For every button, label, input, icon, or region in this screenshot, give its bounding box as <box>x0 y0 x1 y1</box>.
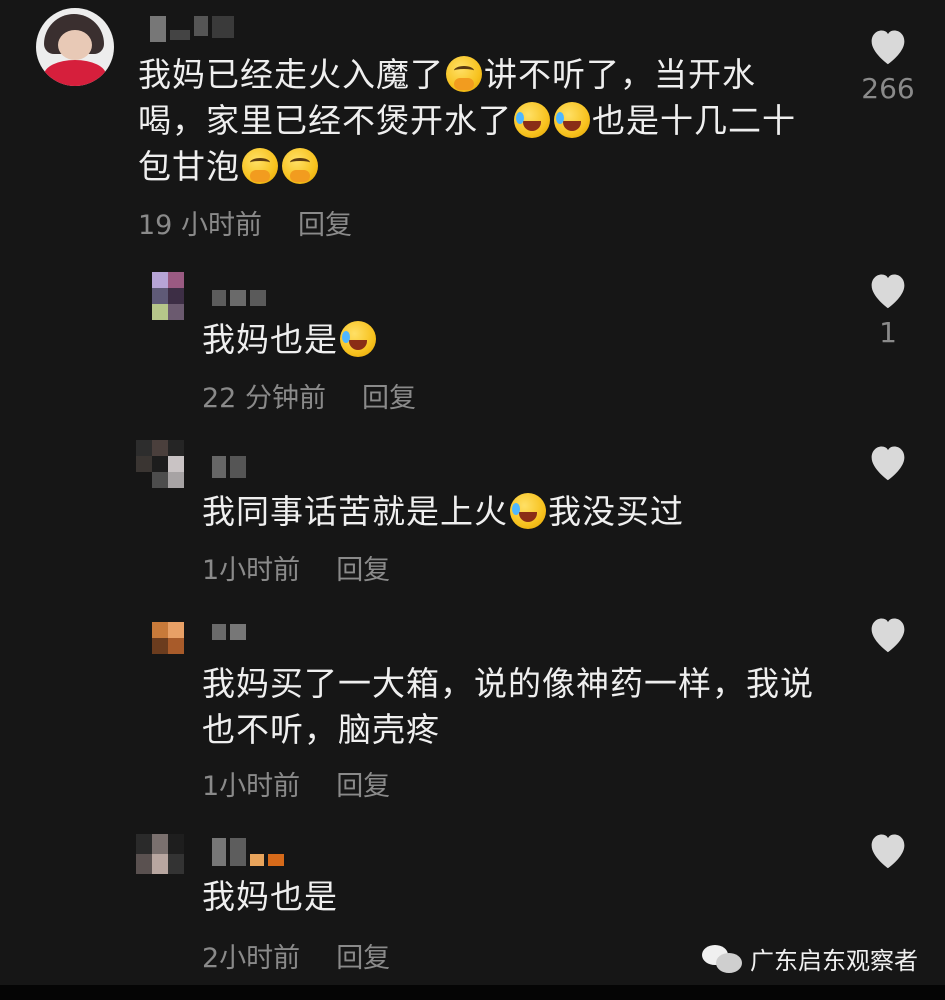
bottom-bar <box>0 985 945 1000</box>
pleading-emoji-icon <box>242 148 278 184</box>
timestamp: 19 小时前 <box>138 210 262 241</box>
comment-text: 我妈也是 <box>202 877 338 916</box>
comment-text: 我同事话苦就是上火 我没买过 <box>202 492 684 531</box>
comment-item: 我同事话苦就是上火 我没买过 1小时前 回复 <box>0 432 945 602</box>
heart-icon <box>871 446 905 481</box>
avatar[interactable] <box>152 272 184 320</box>
like-button[interactable] <box>858 442 918 482</box>
heart-icon <box>871 618 905 653</box>
reply-button[interactable]: 回复 <box>298 210 352 241</box>
comment-item: 我妈也是 22 分钟前 回复 1 <box>0 260 945 420</box>
comment-meta: 2小时前 回复 <box>202 936 390 975</box>
like-count: 266 <box>861 72 915 105</box>
timestamp: 22 分钟前 <box>202 383 326 414</box>
reply-button[interactable]: 回复 <box>336 555 390 586</box>
reply-button[interactable]: 回复 <box>336 771 390 802</box>
avatar[interactable] <box>136 834 184 874</box>
username-obscured[interactable] <box>212 838 288 866</box>
rofl-emoji-icon <box>340 321 376 357</box>
timestamp: 2小时前 <box>202 943 301 974</box>
avatar[interactable] <box>36 8 114 86</box>
comment-item: 我妈已经走火入魔了 讲不听了，当开水 喝，家里已经不煲开水了 也是十几二十 包甘泡 … <box>0 0 945 250</box>
like-button[interactable] <box>858 614 918 654</box>
comment-item: 我妈买了一大箱，说的像神药一样，我说 也不听，脑壳疼 1小时前 回复 <box>0 604 945 824</box>
watermark: 广东启东观察者 <box>700 938 918 978</box>
reply-button[interactable]: 回复 <box>362 383 416 414</box>
comment-meta: 19 小时前 回复 <box>138 203 352 242</box>
comment-text: 我妈买了一大箱，说的像神药一样，我说 也不听，脑壳疼 <box>202 664 814 749</box>
like-count: 1 <box>879 316 897 349</box>
timestamp: 1小时前 <box>202 771 301 802</box>
username-obscured[interactable] <box>212 456 250 478</box>
reply-button[interactable]: 回复 <box>336 943 390 974</box>
comment-meta: 1小时前 回复 <box>202 764 390 803</box>
avatar[interactable] <box>136 440 184 488</box>
comment-meta: 22 分钟前 回复 <box>202 376 416 415</box>
heart-icon <box>871 30 905 65</box>
pleading-emoji-icon <box>282 148 318 184</box>
rofl-emoji-icon <box>514 102 550 138</box>
timestamp: 1小时前 <box>202 555 301 586</box>
wechat-icon <box>700 941 744 975</box>
watermark-text: 广东启东观察者 <box>750 946 918 975</box>
like-button[interactable]: 1 <box>858 270 918 349</box>
username-obscured[interactable] <box>212 290 270 308</box>
comment-text: 我妈也是 <box>202 317 802 363</box>
comment-text: 我妈已经走火入魔了 讲不听了，当开水 喝，家里已经不煲开水了 也是十几二十 包甘泡 <box>138 55 796 186</box>
like-button[interactable] <box>858 830 918 870</box>
like-button[interactable]: 266 <box>858 26 918 105</box>
rofl-emoji-icon <box>554 102 590 138</box>
heart-icon <box>871 274 905 309</box>
heart-icon <box>871 834 905 869</box>
username-obscured[interactable] <box>212 624 250 642</box>
pleading-emoji-icon <box>446 56 482 92</box>
rofl-emoji-icon <box>510 493 546 529</box>
avatar[interactable] <box>152 622 184 654</box>
comment-meta: 1小时前 回复 <box>202 548 390 587</box>
username-obscured[interactable] <box>150 16 238 42</box>
